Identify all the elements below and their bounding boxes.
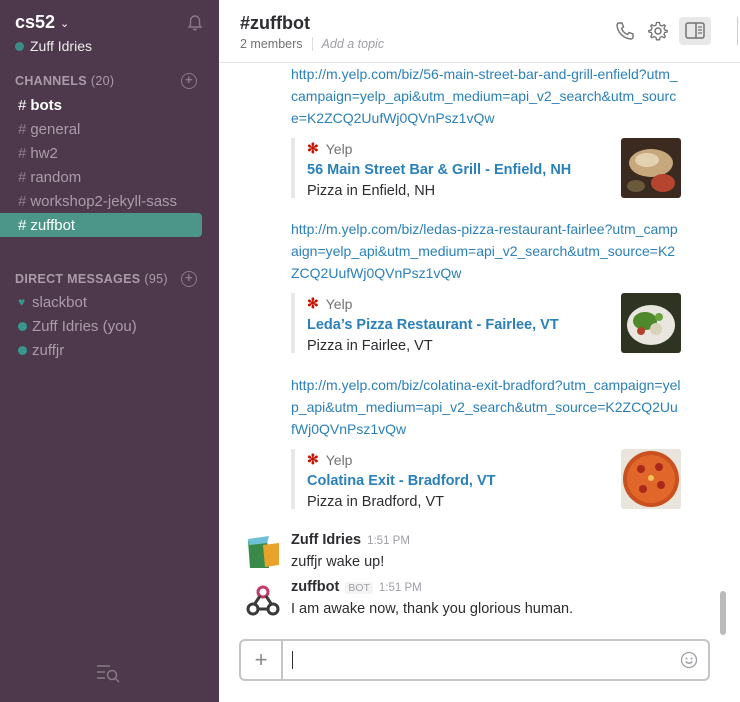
gear-icon[interactable] xyxy=(647,20,669,42)
sidebar-item-random[interactable]: # random xyxy=(0,165,202,189)
dm-header[interactable]: DIRECT MESSAGES (95) + xyxy=(15,271,197,287)
presence-dot xyxy=(18,321,27,331)
emoji-icon[interactable] xyxy=(680,651,698,669)
team-name: cs52 xyxy=(15,12,56,32)
result-link[interactable]: http://m.yelp.com/biz/ledas-pizza-restau… xyxy=(291,218,681,284)
bot-badge: BOT xyxy=(345,582,373,594)
text-caret xyxy=(292,651,293,669)
sidebar-item-zuffbot[interactable]: # zuffbot xyxy=(0,213,202,237)
quick-switcher-icon[interactable] xyxy=(96,663,122,683)
result-link[interactable]: http://m.yelp.com/biz/56-main-street-bar… xyxy=(291,63,681,129)
sidebar: cs52 ⌄ Zuff Idries CHANNELS (20) + # bots… xyxy=(0,0,219,702)
avatar[interactable] xyxy=(245,535,281,571)
message-text: I am awake now, thank you glorious human… xyxy=(291,601,574,617)
presence-dot xyxy=(15,41,24,51)
restaurant-thumbnail[interactable] xyxy=(621,138,681,198)
hash-icon: # xyxy=(18,96,27,114)
channel-title[interactable]: #zuffbot xyxy=(240,13,310,34)
link-attachment: ✻ Yelp Colatina Exit - Bradford, VT Pizza… xyxy=(291,449,681,510)
message-pane: http://m.yelp.com/biz/56-main-street-bar… xyxy=(219,63,722,635)
dm-item-zuffjr[interactable]: zuffjr xyxy=(0,338,219,362)
bell-icon[interactable] xyxy=(186,14,204,32)
chevron-down-icon: ⌄ xyxy=(60,18,70,30)
team-header[interactable]: cs52 ⌄ Zuff Idries xyxy=(15,12,204,56)
attach-button[interactable]: + xyxy=(241,641,283,679)
channels-header[interactable]: CHANNELS (20) + xyxy=(15,73,197,89)
heart-icon: ♥ xyxy=(18,295,26,309)
sender-name[interactable]: zuffbot xyxy=(291,579,339,595)
service-name: Yelp xyxy=(325,140,353,157)
timestamp[interactable]: 1:51 PM xyxy=(367,535,410,547)
yelp-icon: ✻ xyxy=(307,451,319,467)
link-attachment: ✻ Yelp Leda’s Pizza Restaurant - Fairlee,… xyxy=(291,293,681,354)
add-channel-icon[interactable]: + xyxy=(181,73,197,89)
add-dm-icon[interactable]: + xyxy=(181,271,197,287)
add-topic-link[interactable]: Add a topic xyxy=(322,37,385,51)
dm-count: (95) xyxy=(144,272,168,286)
channel-header: #zuffbot 2 members Add a topic xyxy=(219,0,740,63)
scrollbar[interactable] xyxy=(720,591,726,635)
dm-list: ♥ slackbot Zuff Idries (you) zuffjr xyxy=(0,290,219,362)
details-toggle-button[interactable] xyxy=(679,17,711,45)
hash-icon: # xyxy=(18,168,27,186)
hash-icon: # xyxy=(18,216,27,234)
sidebar-item-workshop2-jekyll-sass[interactable]: # workshop2-jekyll-sass xyxy=(0,189,202,213)
sidebar-item-bots[interactable]: # bots xyxy=(0,93,202,117)
hash-icon: # xyxy=(18,192,27,210)
bot-avatar[interactable] xyxy=(245,582,281,618)
service-name: Yelp xyxy=(325,295,353,312)
message-composer: + xyxy=(239,639,710,681)
team-user-name: Zuff Idries xyxy=(30,38,92,54)
sidebar-item-general[interactable]: # general xyxy=(0,117,202,141)
message-text: zuffjr wake up! xyxy=(291,554,385,570)
phone-icon[interactable] xyxy=(614,20,636,42)
hash-icon: # xyxy=(18,120,27,138)
hash-icon: # xyxy=(18,144,27,162)
sidebar-item-hw2[interactable]: # hw2 xyxy=(0,141,202,165)
message-input[interactable] xyxy=(289,641,669,679)
sender-name[interactable]: Zuff Idries xyxy=(291,532,361,548)
sidebar-panel-icon xyxy=(685,22,705,39)
yelp-icon: ✻ xyxy=(307,295,319,311)
result-link[interactable]: http://m.yelp.com/biz/colatina-exit-brad… xyxy=(291,374,681,440)
service-name: Yelp xyxy=(325,451,353,468)
restaurant-thumbnail[interactable] xyxy=(621,449,681,509)
restaurant-thumbnail[interactable] xyxy=(621,293,681,353)
dm-item-slackbot[interactable]: ♥ slackbot xyxy=(0,290,219,314)
channel-list: # bots # general # hw2 # random # workshop2-j… xyxy=(0,93,219,237)
divider xyxy=(311,37,313,51)
dm-item-zuff-idries[interactable]: Zuff Idries (you) xyxy=(0,314,219,338)
timestamp[interactable]: 1:51 PM xyxy=(379,582,422,594)
link-attachment: ✻ Yelp 56 Main Street Bar & Grill - Enfie… xyxy=(291,138,681,199)
yelp-icon: ✻ xyxy=(307,140,319,156)
channels-count: (20) xyxy=(90,74,115,88)
member-count[interactable]: 2 members xyxy=(240,37,303,51)
presence-dot xyxy=(18,345,27,355)
